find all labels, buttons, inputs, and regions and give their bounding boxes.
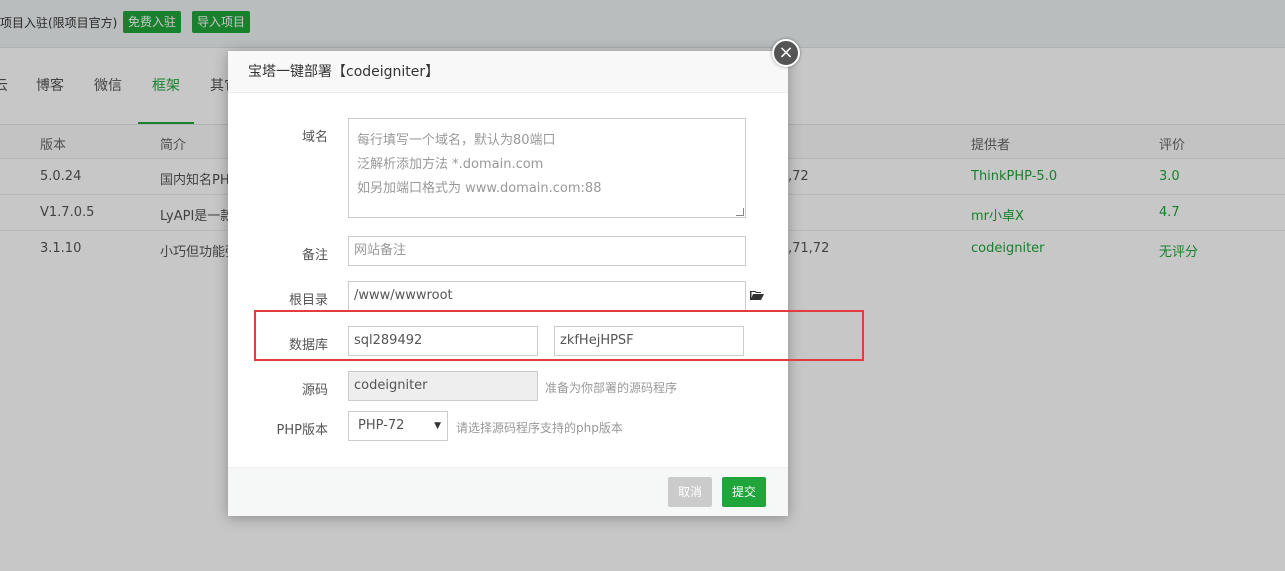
php-version-selected: PHP-72 (358, 418, 405, 433)
dropdown-arrow-icon: ▼ (434, 421, 441, 431)
remark-input[interactable]: 网站备注 (348, 236, 746, 266)
domain-label: 域名 (301, 130, 328, 145)
resize-handle-icon[interactable] (736, 208, 744, 216)
cancel-button[interactable]: 取消 (668, 477, 713, 507)
remark-label: 备注 (301, 248, 328, 263)
source-label: 源码 (301, 383, 328, 398)
domain-textarea[interactable]: 每行填写一个域名，默认为80端口 泛解析添加方法 *.domain.com 如另… (348, 118, 746, 218)
dialog-footer: 取消 提交 (228, 467, 788, 516)
close-icon[interactable]: × (772, 39, 800, 67)
php-version-select[interactable]: PHP-72 ▼ (348, 411, 448, 441)
domain-placeholder-line: 如另加端口格式为 www.domain.com:88 (357, 181, 602, 196)
deploy-dialog: 宝塔一键部署【codeigniter】 域名 每行填写一个域名，默认为80端口 … (228, 39, 800, 516)
php-version-label: PHP版本 (276, 423, 328, 438)
root-dir-input[interactable]: /www/wwwroot (348, 281, 746, 311)
dialog-title: 宝塔一键部署【codeigniter】 (228, 51, 788, 93)
domain-placeholder-line: 泛解析添加方法 *.domain.com (357, 157, 544, 172)
folder-icon[interactable] (750, 290, 764, 300)
source-input: codeigniter (348, 371, 538, 401)
php-version-hint: 请选择源码程序支持的php版本 (456, 421, 623, 435)
submit-button[interactable]: 提交 (722, 477, 767, 507)
domain-placeholder-line: 每行填写一个域名，默认为80端口 (357, 133, 556, 148)
source-hint: 准备为你部署的源码程序 (545, 381, 678, 395)
annotation-highlight-box (254, 310, 864, 361)
root-dir-label: 根目录 (288, 293, 328, 308)
